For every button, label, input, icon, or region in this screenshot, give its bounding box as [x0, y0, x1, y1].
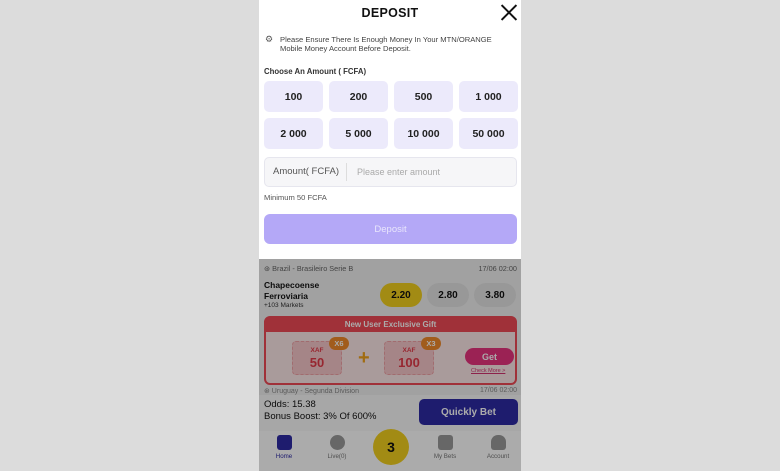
odd-draw-button[interactable]: 2.80 [427, 283, 469, 307]
live-icon [329, 435, 345, 450]
amount-option[interactable]: 5 000 [329, 118, 388, 149]
amount-grid: 100 200 500 1 000 2 000 5 000 10 000 50 … [264, 81, 518, 149]
deposit-modal: DEPOSIT ⚙ Please Ensure There Is Enough … [259, 0, 521, 259]
odd-home-button[interactable]: 2.20 [380, 283, 422, 307]
multiplier-badge: X3 [421, 337, 441, 350]
gift-banner[interactable]: New User Exclusive Gift XAF 50 X6 + XAF … [264, 316, 517, 385]
deposit-notice: ⚙ Please Ensure There Is Enough Money In… [265, 34, 515, 54]
bonus-boost: Bonus Boost: 3% Of 600% [264, 411, 377, 422]
amount-input[interactable] [355, 166, 509, 178]
markets-count[interactable]: +103 Markets [264, 302, 304, 309]
total-odds: Odds: 15.38 [264, 399, 316, 410]
away-team[interactable]: Ferroviaria [264, 291, 308, 301]
match-header: ⊛ Brazil - Brasileiro Serie B 17/06 02:0… [264, 264, 517, 273]
gift-ticket: XAF 100 X3 [384, 337, 441, 375]
bet-summary-bar: Odds: 15.38 Bonus Boost: 3% Of 600% Quic… [259, 395, 521, 431]
nav-live[interactable]: Live(0) [317, 435, 357, 460]
amount-input-label: Amount( FCFA) [265, 163, 347, 181]
league-name: ⊛ Brazil - Brasileiro Serie B [264, 264, 354, 273]
nav-home[interactable]: Home [264, 435, 304, 460]
odd-away-button[interactable]: 3.80 [474, 283, 516, 307]
ticket-value: 100 [398, 355, 420, 370]
home-icon [276, 435, 292, 450]
ticket-value: 50 [309, 355, 325, 370]
get-gift-button[interactable]: Get [465, 348, 514, 365]
match-time: 17/06 02:00 [478, 264, 517, 273]
amount-option[interactable]: 500 [394, 81, 453, 112]
amount-option[interactable]: 1 000 [459, 81, 518, 112]
amount-option[interactable]: 2 000 [264, 118, 323, 149]
bell-icon: ⚙ [265, 34, 274, 44]
modal-title: DEPOSIT [361, 6, 419, 20]
deposit-button[interactable]: Deposit [264, 214, 517, 244]
sportsbook-page: ⊛ Brazil - Brasileiro Serie B 17/06 02:0… [259, 259, 521, 471]
amount-option[interactable]: 200 [329, 81, 388, 112]
nav-account[interactable]: Account [478, 435, 518, 460]
amount-option[interactable]: 10 000 [394, 118, 453, 149]
plus-icon: + [358, 347, 370, 369]
quickly-bet-button[interactable]: Quickly Bet [419, 399, 518, 425]
choose-amount-label: Choose An Amount ( FCFA) [264, 67, 367, 76]
league-name: ⊛ Uruguay - Segunda Division [264, 388, 359, 395]
nav-label: Home [275, 453, 293, 460]
nav-label: Live(0) [327, 453, 347, 460]
phone-screen: ⊛ Brazil - Brasileiro Serie B 17/06 02:0… [259, 0, 521, 471]
next-match-header: ⊛ Uruguay - Segunda Division 17/06 02:00 [264, 387, 517, 395]
betslip-count-button[interactable]: 3 [373, 429, 409, 465]
multiplier-badge: X6 [329, 337, 349, 350]
gift-ticket: XAF 50 X6 [292, 337, 349, 375]
nav-label: My Bets [433, 453, 457, 460]
amount-option[interactable]: 100 [264, 81, 323, 112]
close-icon[interactable] [500, 3, 518, 21]
amount-input-row: Amount( FCFA) [264, 157, 517, 187]
nav-label: Account [486, 453, 510, 460]
user-icon [490, 435, 506, 450]
match-time: 17/06 02:00 [480, 387, 517, 394]
nav-my-bets[interactable]: My Bets [425, 435, 465, 460]
ticket-icon [437, 435, 453, 450]
amount-option[interactable]: 50 000 [459, 118, 518, 149]
minimum-amount-note: Minimum 50 FCFA [264, 193, 327, 202]
gift-title: New User Exclusive Gift [266, 318, 515, 332]
notice-text: Please Ensure There Is Enough Money In Y… [280, 35, 492, 53]
check-more-link[interactable]: Check More > [471, 368, 505, 374]
home-team[interactable]: Chapecoense [264, 280, 319, 290]
